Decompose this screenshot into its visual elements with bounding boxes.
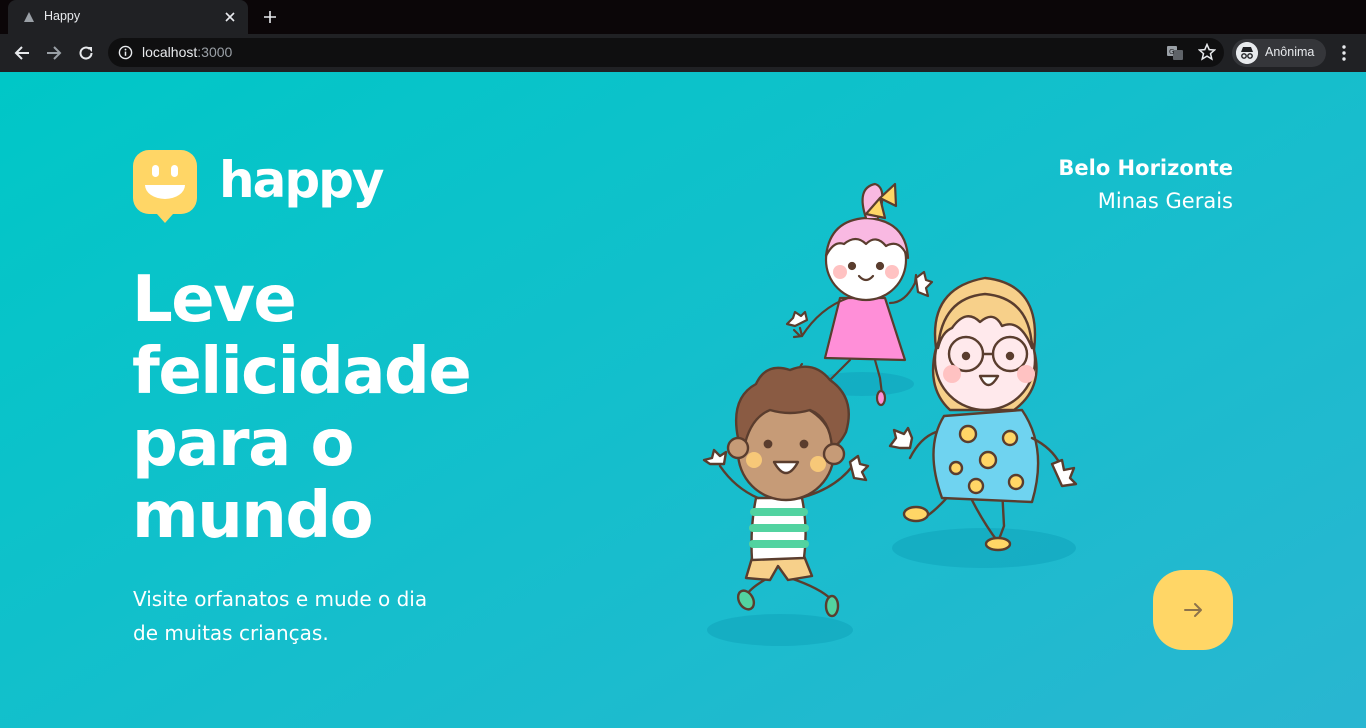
arrow-right-icon	[1184, 603, 1202, 617]
back-icon[interactable]	[8, 39, 36, 67]
incognito-icon	[1236, 42, 1258, 64]
browser-tab[interactable]: Happy	[8, 0, 248, 34]
incognito-profile-button[interactable]: Anônima	[1232, 39, 1326, 67]
boy	[702, 365, 870, 618]
browser-tab-strip: Happy	[0, 0, 1366, 34]
svg-text:G: G	[1169, 48, 1174, 56]
enter-app-button[interactable]	[1153, 570, 1233, 650]
tab-title: Happy	[44, 9, 81, 23]
headline-line: mundo	[132, 479, 374, 553]
new-tab-icon[interactable]	[258, 6, 282, 28]
favicon-icon	[24, 12, 34, 22]
url-text[interactable]: localhost:3000	[142, 44, 232, 60]
browser-toolbar: localhost:3000 G Anônima	[0, 34, 1366, 72]
headline-line: Leve	[132, 263, 297, 337]
landing-page: happy Leve felicidade para o mundo Visit…	[0, 72, 1366, 728]
url-port: :3000	[197, 44, 233, 60]
address-bar[interactable]: localhost:3000 G	[108, 38, 1224, 67]
forward-icon[interactable]	[40, 39, 68, 67]
happy-logo-icon	[133, 150, 197, 223]
shadow-girl-glasses	[892, 528, 1076, 568]
browser-menu-icon[interactable]	[1334, 39, 1354, 67]
kids-illustration	[702, 182, 1078, 646]
hero-subtitle: Visite orfanatos e mude o dia de muitas …	[133, 582, 493, 650]
headline-line: para o	[132, 407, 355, 481]
translate-icon[interactable]: G	[1166, 44, 1184, 62]
reload-icon[interactable]	[72, 39, 100, 67]
subtitle-line: de muitas crianças.	[133, 621, 329, 645]
happy-logo: happy	[133, 150, 385, 226]
subtitle-line: Visite orfanatos e mude o dia	[133, 587, 428, 611]
info-icon[interactable]	[118, 45, 133, 60]
girl-glasses	[888, 276, 1078, 552]
bookmark-star-icon[interactable]	[1198, 43, 1216, 61]
logo-wordmark: happy	[219, 151, 385, 209]
tab-close-icon[interactable]	[220, 7, 240, 27]
profile-label: Anônima	[1265, 45, 1315, 59]
url-host: localhost	[142, 44, 198, 60]
hero-headline: Leve felicidade para o mundo	[132, 264, 532, 552]
shadow-boy	[707, 614, 853, 646]
headline-line: felicidade	[132, 335, 472, 409]
